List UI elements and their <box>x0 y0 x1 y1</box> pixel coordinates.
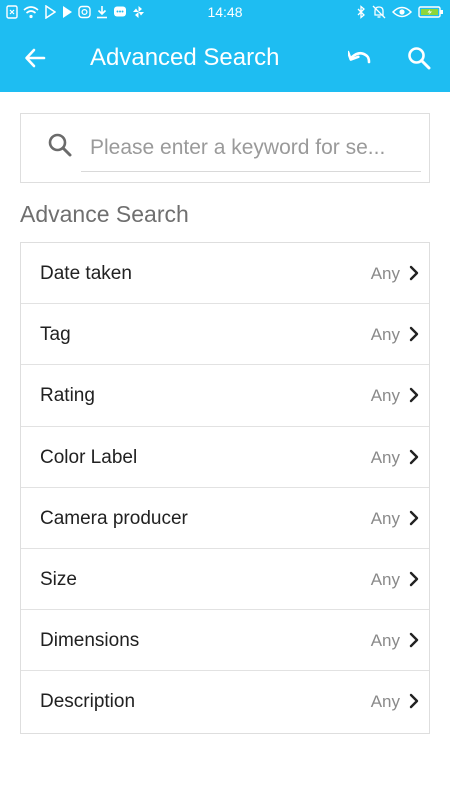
search-card <box>20 113 430 183</box>
option-size[interactable]: Size Any <box>21 549 429 611</box>
status-right-icons <box>350 3 444 21</box>
chevron-right-icon <box>409 571 419 587</box>
section-title: Advance Search <box>20 201 189 227</box>
option-value: Any <box>370 264 400 283</box>
option-label: Dimensions <box>40 630 140 652</box>
page-title: Advanced Search <box>90 44 280 71</box>
undo-icon <box>348 50 371 64</box>
option-value: Any <box>370 508 400 528</box>
filter-options-list: Date taken Any Tag Any Rating Any Color … <box>20 242 430 734</box>
chevron-right-icon <box>409 510 419 525</box>
eye-icon <box>392 6 412 18</box>
option-description[interactable]: Description Any <box>21 671 429 732</box>
search-input[interactable] <box>81 124 421 172</box>
mute-bell-icon <box>372 5 386 19</box>
back-button[interactable] <box>13 36 57 80</box>
chevron-right-icon <box>409 326 419 342</box>
option-rating[interactable]: Rating Any <box>21 365 429 427</box>
chevron-right-icon <box>409 449 419 464</box>
option-value: Any <box>370 447 400 467</box>
chevron-right-icon <box>409 632 419 648</box>
option-label: Description <box>40 691 136 713</box>
option-value: Any <box>370 386 400 406</box>
option-label: Camera producer <box>40 507 188 529</box>
option-camera-producer[interactable]: Camera producer Any <box>21 488 429 549</box>
chevron-right-icon <box>409 388 419 403</box>
option-label: Date taken <box>40 263 132 284</box>
option-label: Color Label <box>40 446 138 468</box>
option-value: Any <box>370 569 400 589</box>
option-value: Any <box>370 692 400 712</box>
battery-icon <box>418 6 443 18</box>
option-dimensions[interactable]: Dimensions Any <box>21 610 429 672</box>
option-label: Tag <box>40 324 71 346</box>
search-icon <box>408 47 431 70</box>
search-field-icon <box>48 133 72 157</box>
chevron-right-icon <box>409 694 419 709</box>
option-value: Any <box>370 325 400 345</box>
option-label: Rating <box>40 385 95 407</box>
option-value: Any <box>370 631 400 651</box>
option-date-taken[interactable]: Date taken Any <box>21 243 429 305</box>
option-tag[interactable]: Tag Any <box>21 304 429 366</box>
status-bar: 14:48 <box>0 0 450 24</box>
reset-button[interactable] <box>338 36 382 80</box>
app-bar: Advanced Search <box>0 24 450 92</box>
chevron-right-icon <box>409 265 419 281</box>
bluetooth-icon <box>357 5 365 19</box>
option-color-label[interactable]: Color Label Any <box>21 427 429 488</box>
option-label: Size <box>40 568 77 590</box>
search-button[interactable] <box>397 36 441 80</box>
arrow-left-icon <box>25 48 46 68</box>
